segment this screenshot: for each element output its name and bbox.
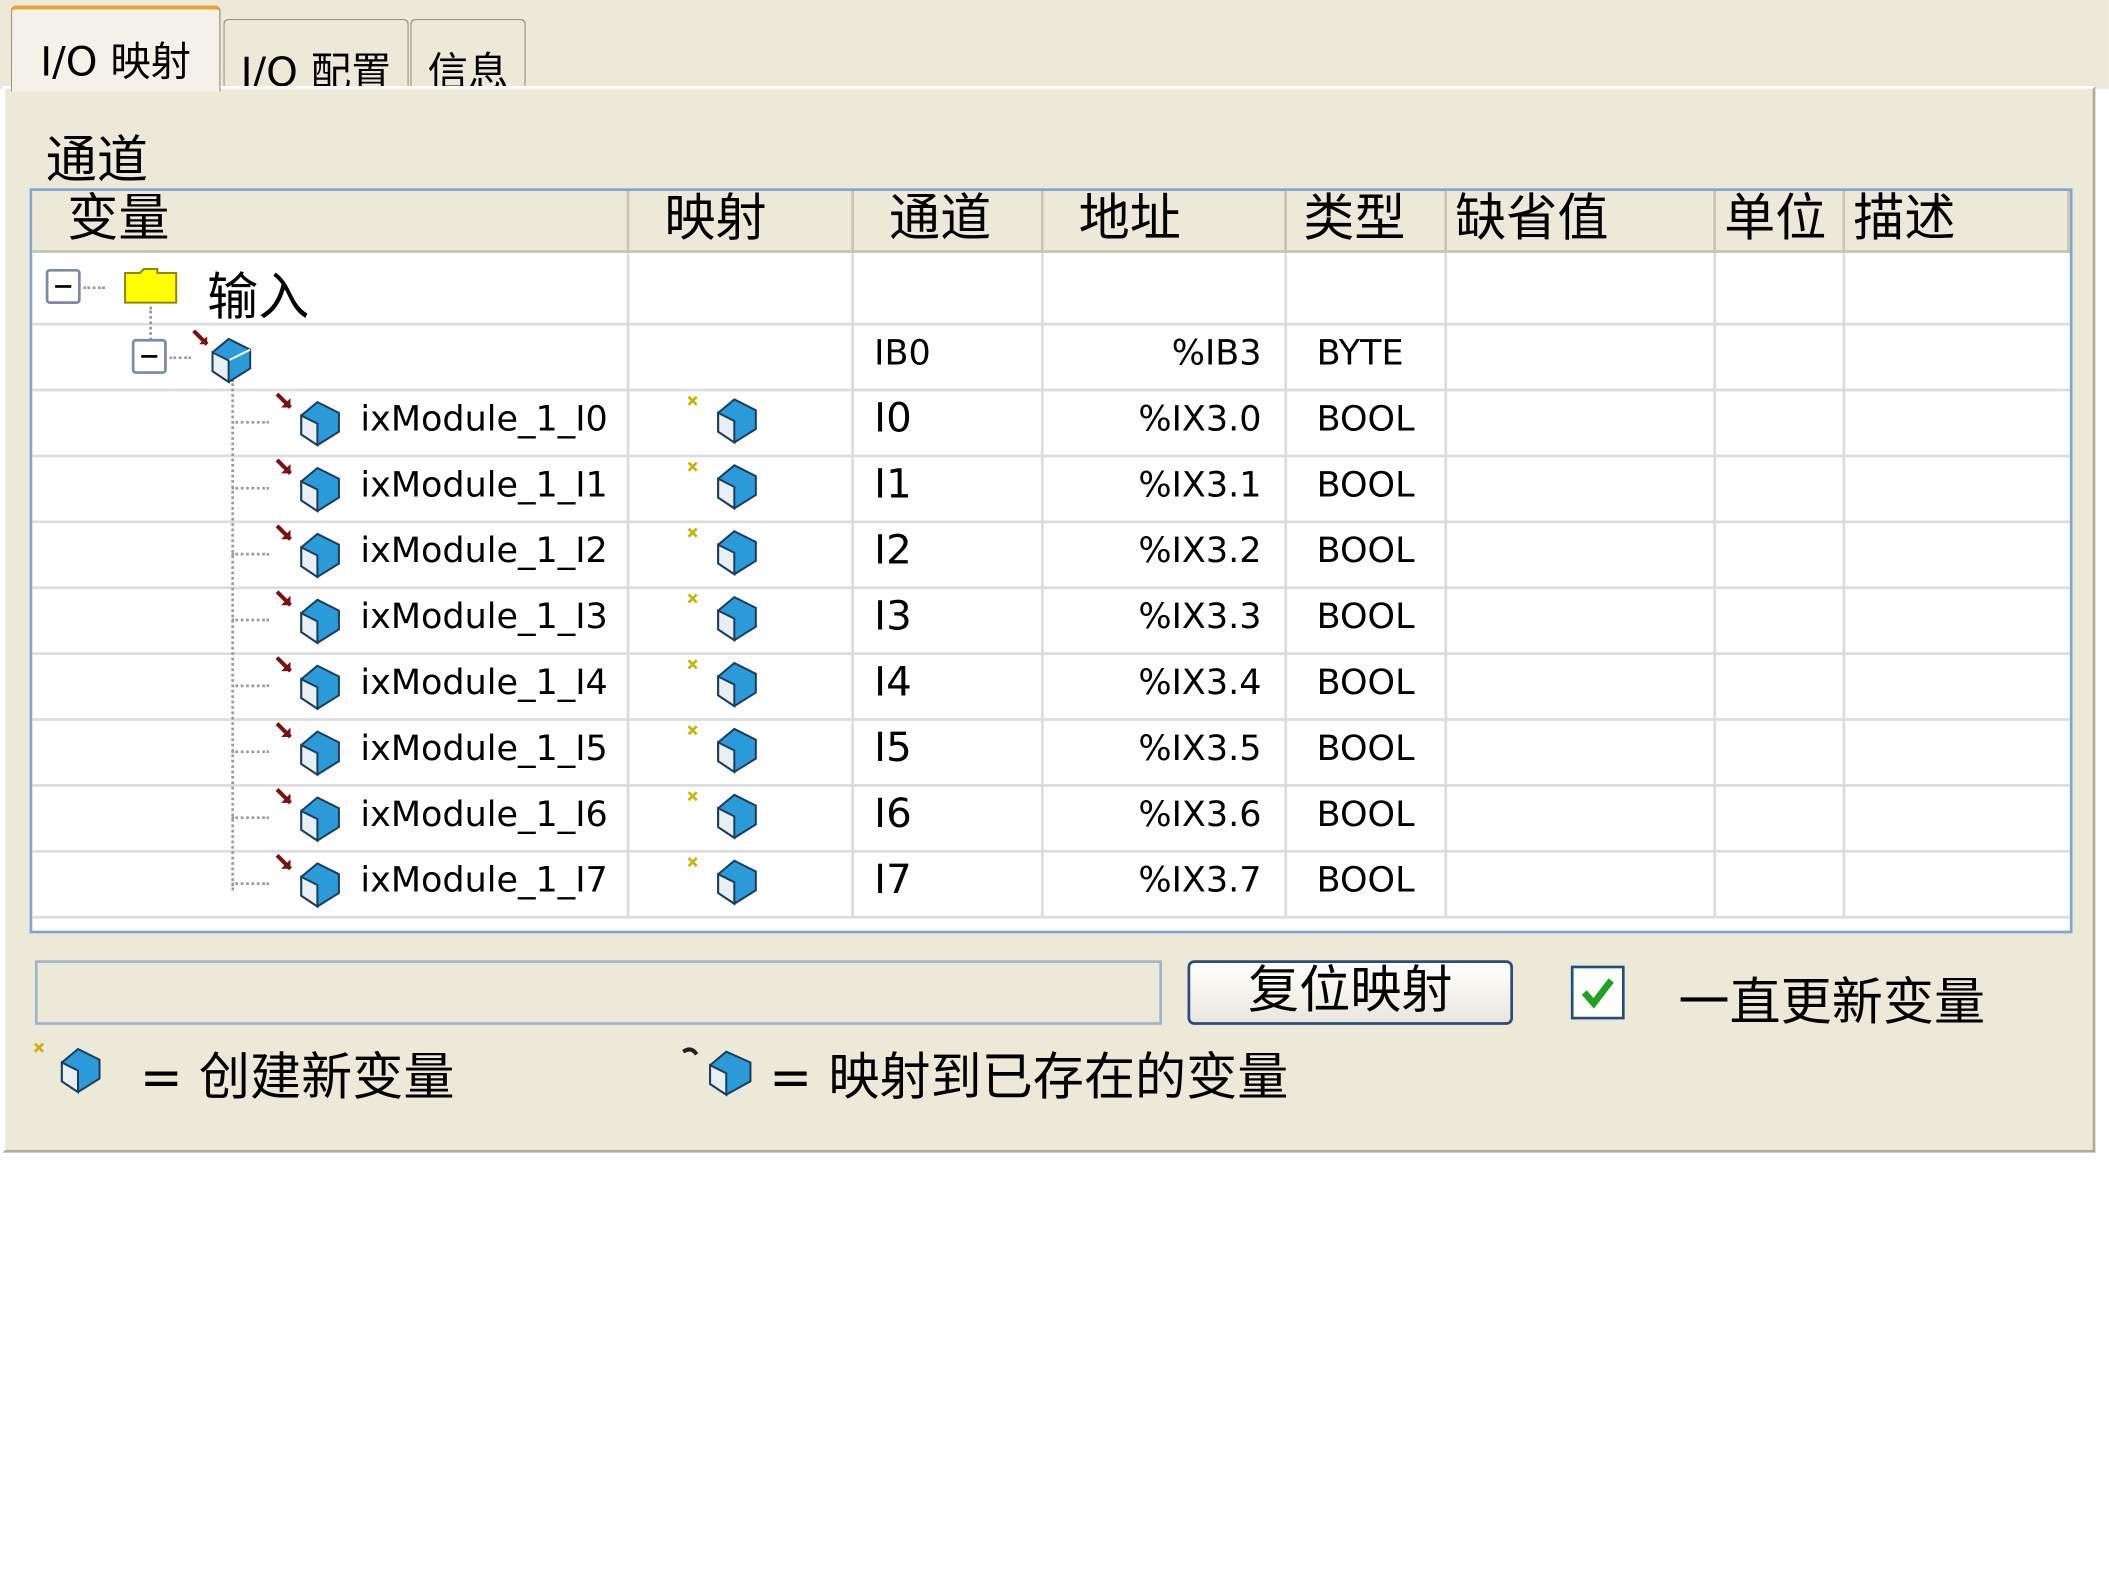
legend-existing-variable: = 映射到已存在的变量 bbox=[769, 1047, 1289, 1107]
mapped-existing-variable-icon bbox=[275, 722, 340, 777]
variable-name[interactable]: ixModule_1_I0 bbox=[360, 399, 607, 439]
type-cell: BOOL bbox=[1316, 399, 1415, 440]
section-title: 通道 bbox=[45, 130, 148, 190]
new-variable-icon bbox=[34, 1042, 101, 1094]
address-cell: %IX3.3 bbox=[1138, 597, 1262, 638]
address-cell: %IX3.6 bbox=[1138, 794, 1262, 836]
table-row[interactable]: ixModule_1_I6 I6 %IX3.6 BOOL bbox=[32, 784, 2070, 850]
collapse-inputs-toggle[interactable] bbox=[45, 268, 81, 304]
variable-name[interactable]: ixModule_1_I5 bbox=[360, 729, 607, 769]
reset-mapping-button[interactable]: 复位映射 bbox=[1187, 960, 1514, 1025]
variable-name[interactable]: ixModule_1_I1 bbox=[360, 465, 607, 505]
variable-name[interactable]: ixModule_1_I2 bbox=[360, 531, 607, 571]
folder-icon bbox=[124, 267, 178, 304]
table-row[interactable]: ixModule_1_I2 I2 %IX3.2 BOOL bbox=[32, 520, 2070, 586]
address-cell: %IX3.2 bbox=[1138, 531, 1262, 572]
table-row[interactable]: ixModule_1_I3 I3 %IX3.3 BOOL bbox=[32, 586, 2070, 652]
checkmark-icon bbox=[1581, 978, 1614, 1009]
type-cell: BOOL bbox=[1316, 597, 1415, 638]
create-new-variable-icon[interactable] bbox=[683, 589, 764, 648]
group-type: BYTE bbox=[1316, 333, 1404, 374]
channel-cell: I5 bbox=[874, 724, 912, 772]
create-new-variable-icon[interactable] bbox=[683, 787, 764, 846]
tab-io-config[interactable]: I/O 配置 bbox=[223, 18, 409, 97]
create-new-variable-icon[interactable] bbox=[683, 721, 764, 780]
group-channel: IB0 bbox=[874, 333, 931, 374]
create-new-variable-icon[interactable] bbox=[683, 853, 764, 912]
variable-name[interactable]: ixModule_1_I3 bbox=[360, 597, 607, 637]
tab-info[interactable]: 信息 bbox=[410, 18, 526, 97]
mapped-existing-variable-icon bbox=[275, 524, 340, 579]
mapped-existing-variable-icon bbox=[275, 458, 340, 513]
create-new-variable-icon[interactable] bbox=[683, 655, 764, 714]
column-header-mapping[interactable]: 映射 bbox=[629, 190, 855, 253]
address-cell: %IX3.4 bbox=[1138, 663, 1262, 704]
collapse-byte-group-toggle[interactable] bbox=[131, 338, 167, 374]
type-cell: BOOL bbox=[1316, 465, 1415, 506]
address-cell: %IX3.1 bbox=[1138, 465, 1262, 506]
always-update-checkbox[interactable] bbox=[1570, 965, 1625, 1020]
table-row[interactable]: ixModule_1_I7 I7 %IX3.7 BOOL bbox=[32, 850, 2070, 916]
column-header-description[interactable]: 描述 bbox=[1845, 190, 2070, 253]
channel-cell: I7 bbox=[874, 856, 912, 904]
variable-name[interactable]: ixModule_1_I7 bbox=[360, 861, 607, 901]
mapped-existing-variable-icon bbox=[192, 329, 252, 384]
type-cell: BOOL bbox=[1316, 663, 1415, 704]
column-header-unit[interactable]: 单位 bbox=[1716, 190, 1846, 253]
create-new-variable-icon[interactable] bbox=[683, 457, 764, 516]
channel-cell: I2 bbox=[874, 527, 912, 575]
group-address: %IB3 bbox=[1171, 333, 1262, 374]
column-header-variable[interactable]: 变量 bbox=[32, 190, 630, 253]
channel-cell: I0 bbox=[874, 395, 912, 443]
type-cell: BOOL bbox=[1316, 794, 1415, 836]
existing-variable-icon bbox=[682, 1047, 752, 1097]
table-row[interactable]: ixModule_1_I4 I4 %IX3.4 BOOL bbox=[32, 652, 2070, 718]
column-header-default[interactable]: 缺省值 bbox=[1447, 190, 1717, 253]
table-row[interactable]: ixModule_1_I1 I1 %IX3.1 BOOL bbox=[32, 455, 2070, 521]
channel-cell: I3 bbox=[874, 593, 912, 641]
column-header-channel[interactable]: 通道 bbox=[854, 190, 1044, 253]
tab-io-mapping[interactable]: I/O 映射 bbox=[10, 5, 221, 92]
mapped-existing-variable-icon bbox=[275, 853, 340, 909]
address-cell: %IX3.0 bbox=[1138, 399, 1262, 440]
variable-name[interactable]: ixModule_1_I4 bbox=[360, 663, 607, 703]
tab-io-mapping-label: I/O 映射 bbox=[40, 39, 192, 87]
type-cell: BOOL bbox=[1316, 728, 1415, 770]
table-row[interactable]: ixModule_1_I5 I5 %IX3.5 BOOL bbox=[32, 718, 2070, 784]
channel-cell: I1 bbox=[874, 461, 912, 509]
create-new-variable-icon[interactable] bbox=[683, 523, 764, 582]
type-cell: BOOL bbox=[1316, 531, 1415, 572]
channel-cell: I4 bbox=[874, 659, 912, 707]
tree-root-label: 输入 bbox=[207, 267, 310, 327]
mapped-existing-variable-icon bbox=[275, 590, 340, 645]
variable-name[interactable]: ixModule_1_I6 bbox=[360, 795, 607, 835]
legend-new-variable: = 创建新变量 bbox=[139, 1047, 455, 1107]
address-cell: %IX3.5 bbox=[1138, 728, 1262, 770]
channel-cell: I6 bbox=[874, 790, 912, 838]
table-row[interactable]: ixModule_1_I0 I0 %IX3.0 BOOL bbox=[32, 389, 2070, 455]
column-header-type[interactable]: 类型 bbox=[1287, 190, 1448, 253]
create-new-variable-icon[interactable] bbox=[683, 391, 764, 450]
mapped-existing-variable-icon bbox=[275, 656, 340, 711]
mapped-existing-variable-icon bbox=[275, 392, 340, 448]
address-cell: %IX3.7 bbox=[1138, 860, 1262, 902]
io-mapping-grid[interactable]: 变量 映射 通道 地址 类型 缺省值 单位 描述 输入 IB0 %IB3 BYT… bbox=[29, 188, 2073, 934]
mapped-existing-variable-icon bbox=[275, 788, 340, 843]
always-update-label: 一直更新变量 bbox=[1678, 972, 1986, 1032]
column-header-address[interactable]: 地址 bbox=[1043, 190, 1288, 253]
status-field bbox=[34, 960, 1162, 1025]
type-cell: BOOL bbox=[1316, 860, 1415, 902]
